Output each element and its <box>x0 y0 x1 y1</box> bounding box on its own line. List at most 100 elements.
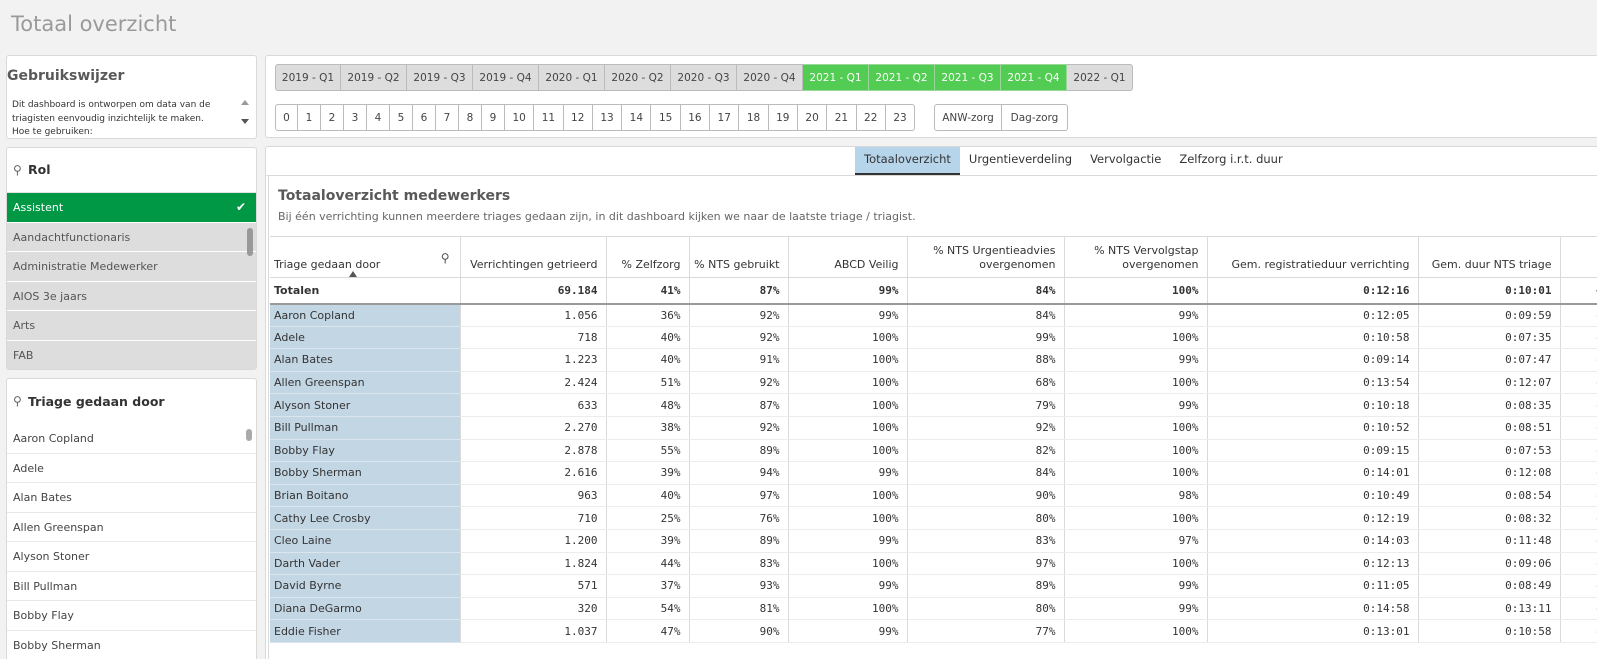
rol-item[interactable]: FAB <box>7 340 256 369</box>
table-row[interactable]: Alyson Stoner 633 48% 87% 100% 79% 99% 0:10:18 0… <box>270 393 1597 417</box>
quarter-button[interactable]: 2020 - Q4 <box>737 64 803 91</box>
quarter-button[interactable]: 2019 - Q4 <box>473 64 539 91</box>
search-icon[interactable]: ⚲ <box>441 251 450 265</box>
rol-item[interactable]: Aandachtfunctionaris <box>7 222 256 252</box>
tab-urgentieverdeling[interactable]: Urgentieverdeling <box>960 147 1081 175</box>
table-row[interactable]: Allen Greenspan 2.424 51% 92% 100% 68% 100% 0:1… <box>270 371 1597 395</box>
hour-button[interactable]: 21 <box>827 104 857 131</box>
column-header[interactable]: ABCD Veilig <box>788 236 908 278</box>
hour-button[interactable]: 13 <box>592 104 623 131</box>
hour-button[interactable]: 14 <box>622 104 652 131</box>
hour-button[interactable]: 18 <box>739 104 769 131</box>
quarter-button[interactable]: 2021 - Q1 <box>803 64 869 91</box>
rol-item[interactable]: Assistent ✔ <box>7 193 256 223</box>
quarter-button[interactable]: 2022 - Q1 <box>1067 64 1133 91</box>
hour-button[interactable]: 0 <box>275 104 298 131</box>
hour-button[interactable]: 3 <box>344 104 367 131</box>
triage-item[interactable]: Adele <box>7 453 256 483</box>
column-header[interactable]: Triage gedaan door ⚲ <box>270 236 461 278</box>
sort-ascending-icon[interactable] <box>349 271 357 277</box>
column-header[interactable]: Gem. registratieduur verrichting <box>1207 236 1419 278</box>
search-icon[interactable]: ⚲ <box>13 394 22 408</box>
employee-name-cell[interactable]: Brian Boitano <box>270 484 461 508</box>
employee-name-cell[interactable]: Cleo Laine <box>270 529 461 553</box>
column-header[interactable]: % Zelfzorg <box>606 236 690 278</box>
column-header[interactable]: % NTS gebruikt <box>689 236 789 278</box>
hour-button[interactable]: 12 <box>563 104 593 131</box>
table-row[interactable]: Brian Boitano 963 40% 97% 100% 90% 98% 0:10:49 0… <box>270 484 1597 508</box>
scroll-down-icon[interactable] <box>241 119 249 124</box>
employee-name-cell[interactable]: Bobby Sherman <box>270 461 461 485</box>
tab-zelfzorg-i-r-t-duur[interactable]: Zelfzorg i.r.t. duur <box>1170 147 1291 175</box>
triage-item[interactable]: Allen Greenspan <box>7 512 256 542</box>
table-row[interactable]: Bill Pullman 2.270 38% 92% 100% 92% 100% 0:10:5… <box>270 416 1597 440</box>
table-row[interactable]: Adele71840%92%100%99%100%0:10:580:07:35- <box>270 326 1597 350</box>
triage-item[interactable]: Bobby Flay <box>7 601 256 631</box>
table-row[interactable]: Aaron Copland 1.056 36% 92% 99% 84% 99% 0:12:05… <box>270 303 1597 327</box>
triage-item[interactable]: Aaron Copland <box>7 424 256 454</box>
quarter-button[interactable]: 2019 - Q1 <box>275 64 341 91</box>
rol-scrollbar[interactable] <box>247 228 253 256</box>
table-row[interactable]: Eddie Fisher 1.037 47% 90% 99% 77% 100% 0:13:01… <box>270 619 1597 643</box>
hour-button[interactable]: 9 <box>482 104 505 131</box>
table-row[interactable]: David Byrne 571 37% 93% 99% 89% 99% 0:11:05 0:08… <box>270 574 1597 598</box>
column-header[interactable]: Verrichtingen getrieerd <box>460 236 607 278</box>
employee-name-cell[interactable]: Bill Pullman <box>270 416 461 440</box>
care-type-button[interactable]: ANW-zorg <box>934 104 1002 131</box>
employee-name-cell[interactable]: Cathy Lee Crosby <box>270 506 461 530</box>
column-header[interactable]: Gem. duur NTS triage <box>1418 236 1561 278</box>
hour-button[interactable]: 5 <box>390 104 413 131</box>
column-header[interactable]: - <box>1560 236 1597 278</box>
hour-button[interactable]: 17 <box>710 104 740 131</box>
column-header[interactable]: % NTS Urgentieadvies overgenomen <box>907 236 1065 278</box>
table-row[interactable]: Bobby Sherman 2.616 39% 94% 99% 84% 100% 0:14:0… <box>270 461 1597 485</box>
quarter-button[interactable]: 2020 - Q2 <box>605 64 671 91</box>
hour-button[interactable]: 1 <box>298 104 321 131</box>
triage-filter-header[interactable]: ⚲ Triage gedaan door <box>7 379 256 424</box>
employee-name-cell[interactable]: Bobby Flay <box>270 439 461 463</box>
column-header[interactable]: % NTS Vervolgstap overgenomen <box>1064 236 1208 278</box>
employee-name-cell[interactable]: Aaron Copland <box>270 303 461 327</box>
triage-item[interactable]: Alan Bates <box>7 483 256 513</box>
rol-item[interactable]: Administratie Medewerker <box>7 252 256 282</box>
hour-button[interactable]: 8 <box>459 104 482 131</box>
guide-scrollbar[interactable] <box>239 98 251 134</box>
triage-scrollbar[interactable] <box>246 429 252 441</box>
hour-button[interactable]: 22 <box>856 104 886 131</box>
rol-filter-header[interactable]: ⚲ Rol <box>7 148 256 193</box>
table-row[interactable]: Bobby Flay 2.878 55% 89% 100% 82% 100% 0:09:15 0… <box>270 439 1597 463</box>
quarter-button[interactable]: 2020 - Q3 <box>671 64 737 91</box>
employee-name-cell[interactable]: Adele <box>270 326 461 350</box>
employee-name-cell[interactable]: Alan Bates <box>270 348 461 372</box>
employee-name-cell[interactable]: Darth Vader <box>270 552 461 576</box>
quarter-button[interactable]: 2021 - Q4 <box>1001 64 1067 91</box>
scroll-up-icon[interactable] <box>241 100 249 105</box>
quarter-button[interactable]: 2021 - Q2 <box>869 64 935 91</box>
hour-button[interactable]: 11 <box>534 104 564 131</box>
hour-button[interactable]: 4 <box>367 104 390 131</box>
quarter-button[interactable]: 2019 - Q3 <box>407 64 473 91</box>
hour-button[interactable]: 7 <box>436 104 459 131</box>
table-row[interactable]: Diana DeGarmo 320 54% 81% 100% 80% 99% 0:14:58 0… <box>270 597 1597 621</box>
employee-name-cell[interactable]: Allen Greenspan <box>270 371 461 395</box>
hour-button[interactable]: 10 <box>505 104 535 131</box>
hour-button[interactable]: 2 <box>321 104 344 131</box>
employee-name-cell[interactable]: David Byrne <box>270 574 461 598</box>
hour-button[interactable]: 20 <box>797 104 828 131</box>
tab-vervolgactie[interactable]: Vervolgactie <box>1081 147 1170 175</box>
quarter-button[interactable]: 2020 - Q1 <box>539 64 605 91</box>
table-row[interactable]: Cathy Lee Crosby 710 25% 76% 100% 80% 100% 0:12… <box>270 506 1597 530</box>
tab-totaaloverzicht[interactable]: Totaaloverzicht <box>855 147 960 175</box>
care-type-button[interactable]: Dag-zorg <box>1002 104 1068 131</box>
triage-item[interactable]: Bobby Sherman <box>7 630 256 659</box>
table-row[interactable]: Darth Vader 1.824 44% 83% 100% 97% 100% 0:12:13… <box>270 552 1597 576</box>
table-row[interactable]: Cleo Laine 1.200 39% 89% 99% 83% 97% 0:14:03 0:1… <box>270 529 1597 553</box>
hour-button[interactable]: 15 <box>651 104 681 131</box>
triage-item[interactable]: Alyson Stoner <box>7 542 256 572</box>
triage-item[interactable]: Bill Pullman <box>7 571 256 601</box>
search-icon[interactable]: ⚲ <box>13 163 22 177</box>
quarter-button[interactable]: 2021 - Q3 <box>935 64 1001 91</box>
hour-button[interactable]: 23 <box>885 104 916 131</box>
employee-name-cell[interactable]: Eddie Fisher <box>270 619 461 643</box>
employee-name-cell[interactable]: Diana DeGarmo <box>270 597 461 621</box>
